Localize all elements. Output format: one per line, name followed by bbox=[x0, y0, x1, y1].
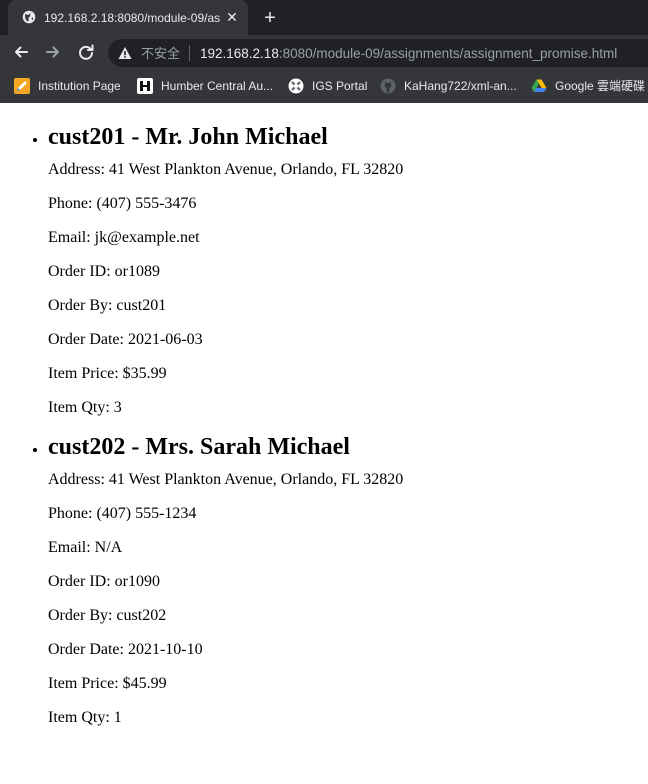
bookmark-label: IGS Portal bbox=[312, 79, 368, 93]
customer-email: Email: jk@example.net bbox=[48, 229, 200, 246]
item-price: Item Price: $35.99 bbox=[48, 365, 167, 382]
pencil-icon bbox=[14, 78, 30, 94]
customer-heading: cust202 - Mrs. Sarah Michael bbox=[48, 434, 350, 460]
toolbar: 不安全 192.168.2.18:8080/module-09/assignme… bbox=[0, 35, 648, 69]
back-button[interactable] bbox=[10, 41, 32, 63]
item-qty: Item Qty: 1 bbox=[48, 709, 122, 726]
tab-strip: 192.168.2.18:8080/module-09/as ✕ + bbox=[0, 0, 648, 35]
url-text[interactable]: 192.168.2.18:8080/module-09/assignments/… bbox=[200, 46, 617, 61]
order-by: Order By: cust201 bbox=[48, 297, 167, 314]
customer-heading: cust201 - Mr. John Michael bbox=[48, 124, 328, 150]
page-content: cust201 - Mr. John Michael Address: 41 W… bbox=[0, 103, 648, 784]
new-tab-button[interactable]: + bbox=[260, 8, 280, 28]
order-id: Order ID: or1090 bbox=[48, 573, 160, 590]
forward-button[interactable] bbox=[42, 41, 64, 63]
warning-icon bbox=[118, 47, 132, 59]
item-qty: Item Qty: 3 bbox=[48, 399, 122, 416]
humber-icon bbox=[137, 78, 153, 94]
order-date: Order Date: 2021-06-03 bbox=[48, 331, 203, 348]
bookmark-label: KaHang722/xml-an... bbox=[404, 79, 517, 93]
arrow-left-icon bbox=[15, 46, 28, 58]
reload-icon bbox=[79, 44, 94, 60]
github-icon bbox=[380, 78, 396, 94]
customer-entry: cust201 - Mr. John Michael Address: 41 W… bbox=[48, 123, 648, 417]
google-drive-icon bbox=[531, 79, 547, 92]
security-label[interactable]: 不安全 bbox=[141, 46, 180, 61]
order-date: Order Date: 2021-10-10 bbox=[48, 641, 203, 658]
customer-email: Email: N/A bbox=[48, 539, 123, 556]
arrow-right-icon bbox=[46, 46, 59, 58]
customer-address: Address: 41 West Plankton Avenue, Orland… bbox=[48, 471, 404, 488]
browser-chrome: 192.168.2.18:8080/module-09/as ✕ + 不安全 1… bbox=[0, 0, 648, 103]
bookmarks-bar: Institution Page Humber Central Au... IG… bbox=[0, 69, 648, 103]
customer-phone: Phone: (407) 555-1234 bbox=[48, 505, 197, 522]
close-icon[interactable]: ✕ bbox=[224, 9, 240, 25]
address-divider bbox=[189, 45, 190, 61]
bookmark-label: Humber Central Au... bbox=[161, 79, 274, 93]
address-bar[interactable]: 不安全 192.168.2.18:8080/module-09/assignme… bbox=[108, 39, 648, 67]
igs-icon bbox=[288, 78, 304, 94]
customer-list: cust201 - Mr. John Michael Address: 41 W… bbox=[0, 123, 648, 727]
customer-phone: Phone: (407) 555-3476 bbox=[48, 195, 197, 212]
globe-icon bbox=[22, 10, 36, 24]
tab-title: 192.168.2.18:8080/module-09/as bbox=[44, 11, 221, 25]
customer-entry: cust202 - Mrs. Sarah Michael Address: 41… bbox=[48, 433, 648, 727]
customer-address: Address: 41 West Plankton Avenue, Orland… bbox=[48, 161, 404, 178]
bookmark-label: Google 雲端硬碟 bbox=[555, 79, 646, 93]
item-price: Item Price: $45.99 bbox=[48, 675, 167, 692]
browser-tab[interactable]: 192.168.2.18:8080/module-09/as ✕ bbox=[8, 0, 248, 35]
reload-button[interactable] bbox=[75, 41, 97, 63]
order-id: Order ID: or1089 bbox=[48, 263, 160, 280]
url-host: 192.168.2.18 bbox=[200, 46, 279, 61]
url-path: :8080/module-09/assignments/assignment_p… bbox=[278, 46, 618, 61]
bookmark-label: Institution Page bbox=[38, 79, 121, 93]
order-by: Order By: cust202 bbox=[48, 607, 167, 624]
